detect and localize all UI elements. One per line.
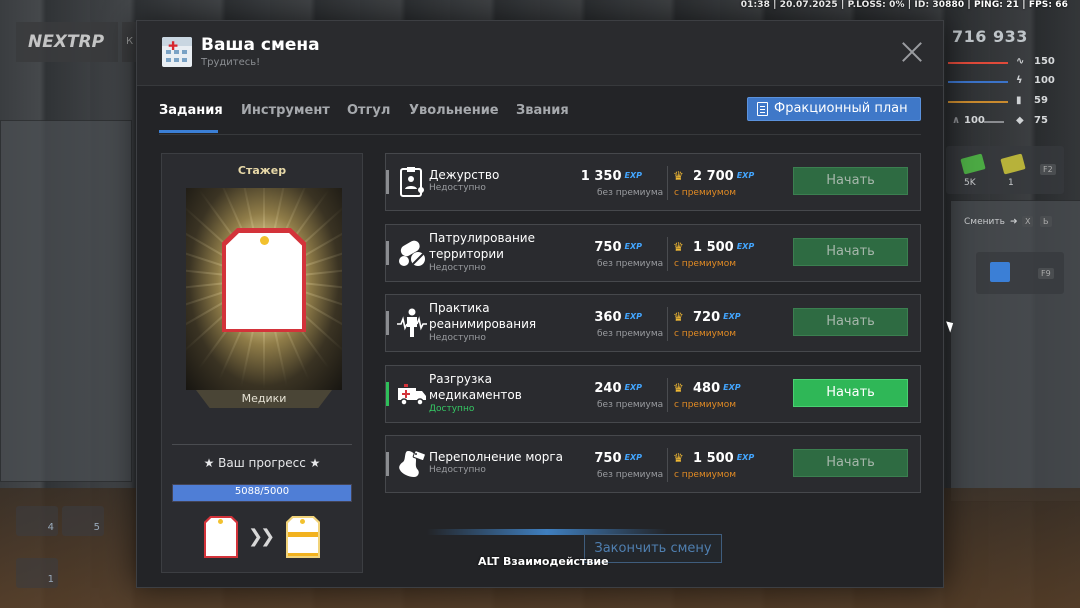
tab-tools[interactable]: Инструмент [241, 103, 330, 118]
premium-exp-value: 1 500 EXP [693, 239, 755, 255]
chevrons-right-icon: ❯❯ [248, 526, 275, 547]
task-name: Разгрузка медикаментов [429, 371, 522, 402]
background-locker [950, 200, 1080, 502]
task-status: Недоступно [429, 262, 486, 273]
base-exp-value: 750 EXP [594, 451, 642, 466]
money-counter: 716 933 [952, 27, 1028, 46]
task-row: Дежурство Недоступно 1 350 EXP без премиума ♛… [385, 153, 921, 211]
crown-icon: ♛ [673, 310, 684, 324]
base-exp-value: 750 EXP [594, 239, 642, 255]
base-exp-value: 360 EXP [594, 310, 642, 325]
drink-icon: ▮ [1016, 95, 1022, 106]
task-row: Патрулирование территории Недоступно 750 EX… [385, 223, 921, 282]
start-task-button[interactable]: Начать [793, 167, 908, 195]
faction-plan-button[interactable]: Фракционный план [747, 97, 921, 121]
hand-icon: ∧ [952, 115, 961, 126]
crown-icon: ♛ [673, 380, 684, 395]
defibrillator-icon [396, 307, 428, 339]
current-rank-tag-icon [204, 516, 238, 558]
with-premium-label: с премиумом [674, 329, 736, 339]
modal-header: ✚ Ваша смена Трудитесь! [137, 21, 943, 86]
cash-panel: 5K 1 F2 [946, 146, 1064, 194]
progress-label: ★ Ваш прогресс ★ [203, 456, 321, 470]
tab-dismissal[interactable]: Увольнение [409, 103, 499, 118]
tab-ranks[interactable]: Звания [516, 103, 569, 118]
calendar-panel: F9 [976, 252, 1064, 294]
start-task-button[interactable]: Начать [793, 237, 908, 266]
task-name: Практика реанимирования [429, 301, 537, 331]
pills-icon [396, 237, 428, 269]
premium-exp-value: 2 700 EXP [693, 169, 755, 184]
status-line: 01:38 | 20.07.2025 | P.LOSS: 0% | ID: 30… [740, 0, 1068, 10]
interaction-hint: ALT Взаимодействие [478, 555, 609, 568]
switch-key: Ь [1040, 216, 1052, 227]
with-premium-label: с премиумом [674, 188, 736, 198]
clipboard-doctor-icon [396, 166, 428, 198]
active-tab-indicator [159, 130, 218, 133]
tab-tasks[interactable]: Задания [159, 103, 223, 118]
switch-key: X [1022, 216, 1034, 227]
base-exp-value: 1 350 EXP [580, 169, 642, 184]
task-row: Переполнение морга Недоступно 750 EXP без пр… [385, 435, 921, 493]
ambulance-icon [396, 378, 428, 410]
server-logo: NEXTRP [16, 22, 118, 62]
crown-icon: ♛ [673, 451, 684, 465]
cash-icon [960, 153, 986, 175]
task-name: Переполнение морга [429, 450, 564, 464]
premium-exp-value: 480 EXP [693, 380, 741, 396]
hospital-icon: ✚ [162, 37, 192, 67]
badge-tag-icon [260, 236, 269, 245]
base-exp-value: 240 EXP [594, 380, 642, 396]
task-name: Дежурство [429, 168, 500, 182]
document-icon [757, 102, 768, 116]
progress-text: 5088/5000 [234, 486, 290, 497]
shield-icon: ◆ [1016, 115, 1024, 126]
task-status: Недоступно [429, 465, 486, 475]
with-premium-label: с премиумом [674, 258, 736, 269]
close-icon[interactable] [901, 41, 923, 63]
no-premium-label: без премиума [597, 329, 664, 339]
lightning-icon: ϟ [1016, 75, 1023, 86]
with-premium-label: с премиумом [674, 399, 736, 410]
hud-slot: 1 [16, 558, 58, 588]
rank-badge-art [186, 188, 342, 390]
task-status: Недоступно [429, 333, 486, 343]
shift-modal: ✚ Ваша смена Трудитесь! Задания Инструме… [136, 20, 944, 588]
task-row: Разгрузка медикаментов Доступно 240 EXP без … [385, 364, 921, 423]
no-premium-label: без премиума [597, 188, 664, 198]
task-status: Доступно [429, 403, 475, 414]
morgue-foot-icon [396, 448, 428, 480]
crown-icon: ♛ [673, 239, 684, 254]
premium-exp-value: 1 500 EXP [693, 451, 755, 466]
task-name: Патрулирование территории [429, 230, 535, 261]
premium-exp-value: 720 EXP [693, 310, 741, 325]
hud-slot: 4 [16, 506, 58, 536]
no-premium-label: без премиума [597, 470, 664, 480]
tab-day-off[interactable]: Отгул [347, 103, 390, 118]
dirty-cash-icon [1000, 153, 1026, 175]
rank-progress-bar: 5088/5000 [172, 484, 352, 502]
task-status: Недоступно [429, 183, 486, 193]
with-premium-label: с премиумом [674, 470, 736, 480]
no-premium-label: без премиума [597, 258, 664, 269]
next-rank-tag-icon [286, 516, 320, 558]
start-task-button[interactable]: Начать [793, 308, 908, 336]
modal-title: Ваша смена [201, 35, 320, 55]
start-task-button[interactable]: Начать [793, 378, 908, 407]
modal-subtitle: Трудитесь! [201, 57, 261, 68]
no-premium-label: без премиума [597, 399, 664, 410]
rank-name: Стажер [237, 164, 287, 177]
start-task-button[interactable]: Начать [793, 449, 908, 477]
calendar-icon [990, 262, 1010, 282]
switch-label: Сменить [964, 217, 1005, 227]
crown-icon: ♛ [673, 169, 684, 183]
task-row: Практика реанимирования Недоступно 360 EXP б… [385, 294, 921, 352]
tabs-divider [159, 134, 921, 135]
background-locker [0, 120, 132, 482]
arrow-right-icon: ➜ [1010, 217, 1018, 227]
rank-department: Медики [196, 390, 332, 408]
pulse-icon: ∿ [1016, 56, 1025, 67]
rank-card: Стажер Медики ★ Ваш прогресс ★ 5088/5000… [161, 153, 363, 573]
hud-slot: 5 [62, 506, 104, 536]
